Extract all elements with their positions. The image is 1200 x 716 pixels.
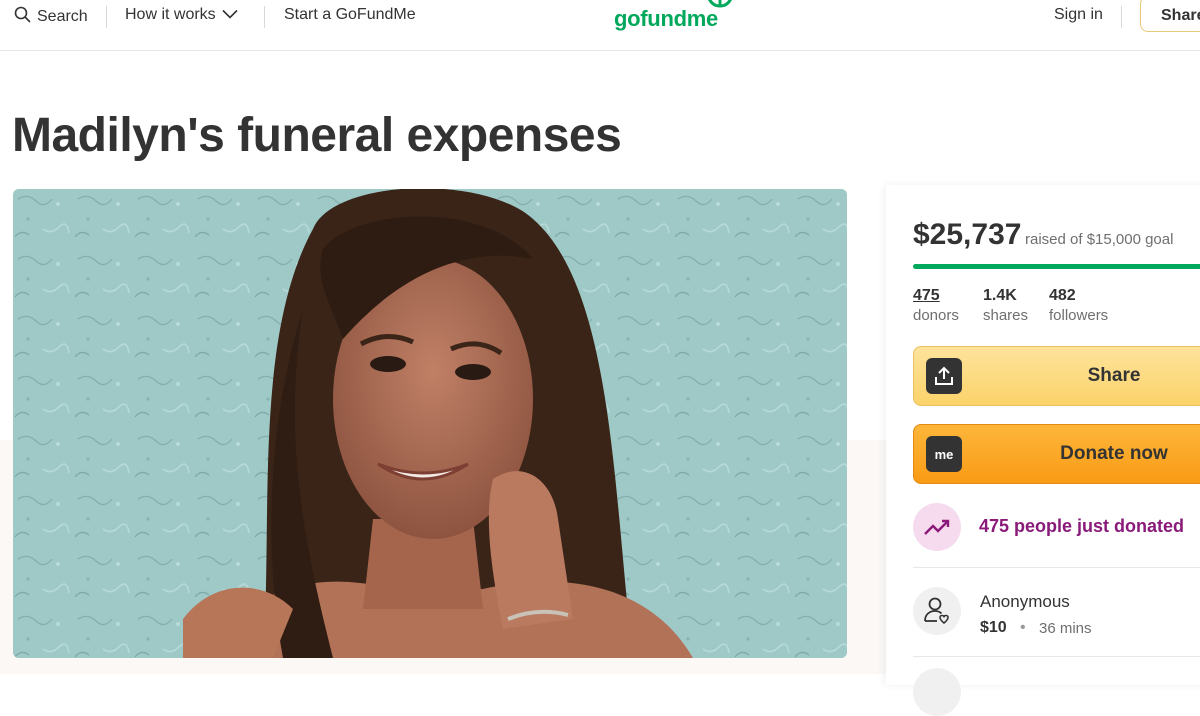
donation-time: 36 mins xyxy=(1039,620,1092,637)
stat-value: 482 xyxy=(1049,287,1076,304)
stat-label: donors xyxy=(913,307,959,324)
stat-donors[interactable]: 475 donors xyxy=(913,287,959,324)
search-link[interactable]: Search xyxy=(14,6,88,28)
stat-label: shares xyxy=(983,307,1029,324)
donor-heart-icon xyxy=(913,587,961,635)
nav-divider xyxy=(1121,6,1122,28)
how-it-works-label: How it works xyxy=(125,6,216,23)
chevron-down-icon xyxy=(222,6,238,24)
share-button[interactable]: Share xyxy=(913,346,1200,406)
progress-fill xyxy=(913,264,1200,269)
stat-value: 475 xyxy=(913,287,940,304)
campaign-photo xyxy=(13,189,847,658)
trend-text: 475 people just donated xyxy=(979,516,1185,536)
nav-divider xyxy=(264,6,265,28)
trending-up-icon xyxy=(913,503,961,551)
stat-value: 1.4K xyxy=(983,287,1017,304)
donate-button-label: Donate now xyxy=(1060,443,1168,464)
gofundme-logo[interactable]: gofundme xyxy=(614,0,744,40)
donation-amount: $10 xyxy=(980,619,1007,636)
start-gofundme-label: Start a GoFundMe xyxy=(284,6,416,23)
donor-name: Anonymous xyxy=(980,592,1070,611)
donation-separator: • xyxy=(1020,619,1026,636)
campaign-title: Madilyn's funeral expenses xyxy=(12,109,622,162)
stat-shares: 1.4K shares xyxy=(983,287,1028,324)
donate-now-button[interactable]: me Donate now xyxy=(913,424,1200,484)
sidebar-divider xyxy=(913,656,1200,657)
sidebar-divider xyxy=(913,567,1200,568)
next-donor-avatar xyxy=(913,668,961,716)
logo-text: gofundme xyxy=(614,6,718,31)
site-header: Search How it works Start a GoFundMe gof… xyxy=(0,0,1200,51)
sign-in-link[interactable]: Sign in xyxy=(1054,6,1103,24)
search-icon xyxy=(14,6,31,28)
share-button-label: Share xyxy=(1087,365,1141,386)
progress-bar xyxy=(913,264,1200,269)
start-gofundme-link[interactable]: Start a GoFundMe xyxy=(284,6,416,24)
nav-divider xyxy=(106,6,107,28)
stat-label: followers xyxy=(1049,307,1109,324)
header-share-button[interactable]: Share xyxy=(1140,0,1200,32)
goal-text: raised of $15,000 goal xyxy=(1025,231,1174,248)
stat-followers: 482 followers xyxy=(1049,287,1108,324)
search-label: Search xyxy=(37,8,88,25)
how-it-works-menu[interactable]: How it works xyxy=(125,6,238,24)
amount-raised: $25,737 xyxy=(913,218,1022,251)
